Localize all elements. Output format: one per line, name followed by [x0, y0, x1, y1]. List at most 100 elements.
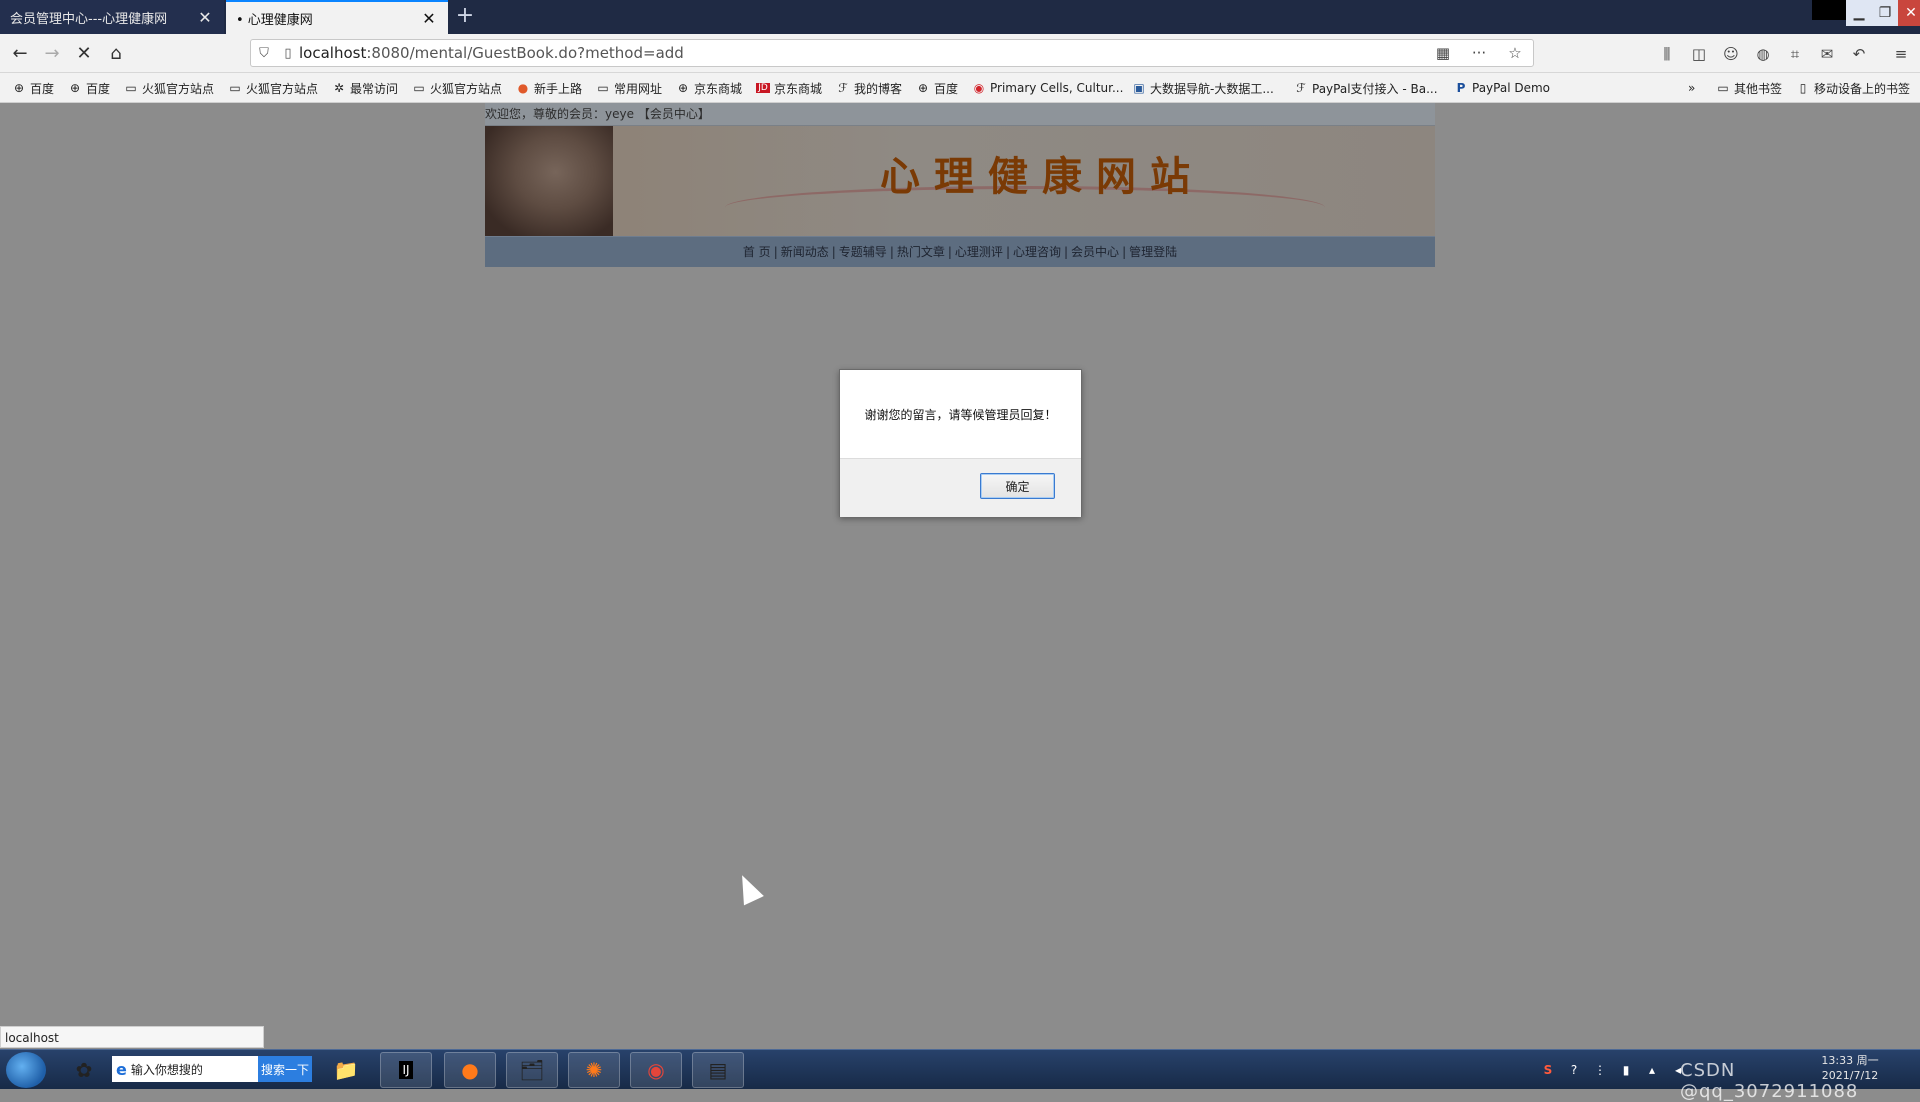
- nav-news[interactable]: 新闻动态: [781, 245, 829, 259]
- bookmark-item[interactable]: ● 新手上路: [516, 79, 582, 97]
- library-icon[interactable]: ⫼: [1656, 43, 1678, 65]
- extension-globe-icon[interactable]: ◍: [1752, 43, 1774, 65]
- page-info-icon[interactable]: ▯: [277, 46, 299, 61]
- mobile-icon: ▯: [1799, 81, 1807, 95]
- clock-date: 2021/7/12: [1821, 1069, 1879, 1082]
- battery-icon[interactable]: ▮: [1618, 1063, 1634, 1077]
- banner-portrait-image: [485, 126, 613, 236]
- search-input[interactable]: e 输入你想搜的: [112, 1056, 258, 1082]
- home-icon[interactable]: ⌂: [102, 39, 130, 67]
- bookmark-folder[interactable]: ▭ 其他书签: [1716, 79, 1782, 97]
- globe-icon: ⊕: [69, 81, 81, 95]
- search-button[interactable]: 搜索一下: [258, 1056, 312, 1082]
- qr-code-icon[interactable]: ▦: [1425, 44, 1461, 62]
- bookmark-item[interactable]: ▭ 火狐官方站点: [124, 79, 214, 97]
- forward-icon[interactable]: →: [38, 39, 66, 67]
- file-explorer-icon[interactable]: 📁: [320, 1052, 372, 1088]
- site-title: 心理健康网站: [880, 153, 1204, 200]
- tab-label: 会员管理中心---心理健康网: [10, 11, 168, 27]
- globe-icon: ⊕: [13, 81, 25, 95]
- nav-consultation[interactable]: 心理咨询: [1013, 245, 1061, 259]
- page-viewport: 欢迎您，尊敬的会员：yeye 【会员中心】 心理健康网站 首 页 | 新闻动态 | 专题…: [0, 103, 1920, 1049]
- bookmark-item[interactable]: ▭ 火狐官方站点: [412, 79, 502, 97]
- chat-icon[interactable]: ✉: [1816, 43, 1838, 65]
- ok-button[interactable]: 确定: [980, 473, 1055, 499]
- start-button[interactable]: [6, 1052, 46, 1088]
- nav-home[interactable]: 首 页: [743, 245, 771, 259]
- account-icon[interactable]: ☺: [1720, 43, 1742, 65]
- globe-icon: ⊕: [917, 81, 929, 95]
- welcome-bar: 欢迎您，尊敬的会员：yeye 【会员中心】: [485, 103, 1435, 126]
- status-url-tooltip: localhost: [0, 1026, 264, 1048]
- folder-icon: ▭: [1717, 81, 1729, 95]
- firefox-icon[interactable]: ●: [444, 1052, 496, 1088]
- jd-icon: JD: [756, 83, 770, 93]
- tab-mental-health[interactable]: • 心理健康网 ✕: [226, 0, 448, 34]
- intellij-icon[interactable]: IJ: [380, 1052, 432, 1088]
- alert-footer: 确定: [840, 458, 1081, 517]
- member-center-link[interactable]: 【会员中心】: [638, 107, 710, 121]
- undo-icon[interactable]: ↶: [1848, 43, 1870, 65]
- welcome-text: 欢迎您，尊敬的会员：yeye: [485, 107, 634, 121]
- bookmark-folder[interactable]: ▯ 移动设备上的书签: [1796, 79, 1910, 97]
- url-bar[interactable]: ⛉ ▯ localhost:8080/mental/GuestBook.do?m…: [250, 39, 1534, 67]
- bookmark-star-icon[interactable]: ☆: [1497, 44, 1533, 62]
- folder-window-icon[interactable]: 🗂: [506, 1052, 558, 1088]
- gear-icon: ✲: [333, 81, 345, 95]
- alert-dialog: 谢谢您的留言，请等候管理员回复！ 确定: [839, 369, 1082, 517]
- bookmark-item[interactable]: ℱ PayPal支付接入 - Ba...: [1294, 79, 1437, 97]
- folder-icon: ▭: [413, 81, 425, 95]
- bookmark-item[interactable]: ✲ 最常访问: [332, 79, 398, 97]
- nav-assessment[interactable]: 心理测评: [955, 245, 1003, 259]
- tab-label: • 心理健康网: [236, 12, 313, 28]
- close-icon[interactable]: ✕: [196, 8, 214, 27]
- page-actions-icon[interactable]: ···: [1461, 44, 1497, 62]
- clock[interactable]: 13:33 周一 2021/7/12: [1800, 1053, 1900, 1083]
- ie-icon: e: [116, 1059, 127, 1079]
- back-icon[interactable]: ←: [6, 39, 34, 67]
- tab-member-center[interactable]: 会员管理中心---心理健康网 ✕: [0, 0, 224, 34]
- nav-hot-articles[interactable]: 热门文章: [897, 245, 945, 259]
- nav-admin-login[interactable]: 管理登陆: [1129, 245, 1177, 259]
- paypal-icon: P: [1456, 81, 1466, 95]
- nav-counseling-topics[interactable]: 专题辅导: [839, 245, 887, 259]
- orange-app-icon[interactable]: ✺: [568, 1052, 620, 1088]
- sogou-ime-icon[interactable]: S: [1540, 1063, 1556, 1077]
- bookmark-item[interactable]: JD 京东商城: [756, 79, 822, 97]
- terminal-tool-icon[interactable]: ▤: [692, 1052, 744, 1088]
- clock-time: 13:33 周一: [1821, 1054, 1879, 1067]
- bookmark-item[interactable]: ▭ 常用网址: [596, 79, 662, 97]
- chrome-icon[interactable]: ◉: [630, 1052, 682, 1088]
- minimize-button[interactable]: ▁: [1846, 0, 1872, 26]
- close-icon[interactable]: ✕: [420, 9, 438, 28]
- url-text[interactable]: localhost:8080/mental/GuestBook.do?metho…: [299, 44, 1425, 62]
- alert-message: 谢谢您的留言，请等候管理员回复！: [840, 370, 1081, 458]
- window-close-button[interactable]: ✕: [1898, 0, 1920, 26]
- system-tray: S ? ⋮ ▮ ▴ ◂: [1540, 1058, 1686, 1082]
- bookmark-item[interactable]: ▭ 火狐官方站点: [228, 79, 318, 97]
- nav-member-center[interactable]: 会员中心: [1071, 245, 1119, 259]
- bookmark-item[interactable]: ⊕ 百度: [916, 79, 958, 97]
- menu-icon[interactable]: ≡: [1890, 43, 1912, 65]
- tab-strip: 会员管理中心---心理健康网 ✕ • 心理健康网 ✕ + ▁ ❐ ✕: [0, 0, 1920, 34]
- stop-loading-icon[interactable]: ✕: [70, 39, 98, 67]
- maximize-button[interactable]: ❐: [1872, 0, 1898, 26]
- screenshot-icon[interactable]: ⌗: [1784, 43, 1806, 65]
- bookmark-item[interactable]: P PayPal Demo: [1454, 79, 1550, 97]
- site-container: 欢迎您，尊敬的会员：yeye 【会员中心】 心理健康网站 首 页 | 新闻动态 | 专题…: [485, 103, 1435, 267]
- sidebar-icon[interactable]: ◫: [1688, 43, 1710, 65]
- bookmark-item[interactable]: ⊕ 百度: [68, 79, 110, 97]
- help-icon[interactable]: ?: [1566, 1063, 1582, 1077]
- show-hidden-icon[interactable]: ▴: [1644, 1063, 1660, 1077]
- bookmarks-overflow-icon[interactable]: »: [1688, 79, 1695, 97]
- tracking-shield-icon[interactable]: ⛉: [251, 46, 277, 61]
- network-icon[interactable]: ⋮: [1592, 1063, 1608, 1077]
- site-banner: 心理健康网站: [485, 126, 1435, 236]
- bookmark-item[interactable]: ◉ Primary Cells, Cultur...: [972, 79, 1124, 97]
- bookmark-item[interactable]: ⊕ 百度: [12, 79, 54, 97]
- bookmark-item[interactable]: ▣ 大数据导航-大数据工...: [1132, 79, 1273, 97]
- new-tab-button[interactable]: +: [452, 4, 478, 30]
- app-launcher-icon[interactable]: ✿: [58, 1052, 110, 1088]
- bookmark-item[interactable]: ℱ 我的博客: [836, 79, 902, 97]
- bookmark-item[interactable]: ⊕ 京东商城: [676, 79, 742, 97]
